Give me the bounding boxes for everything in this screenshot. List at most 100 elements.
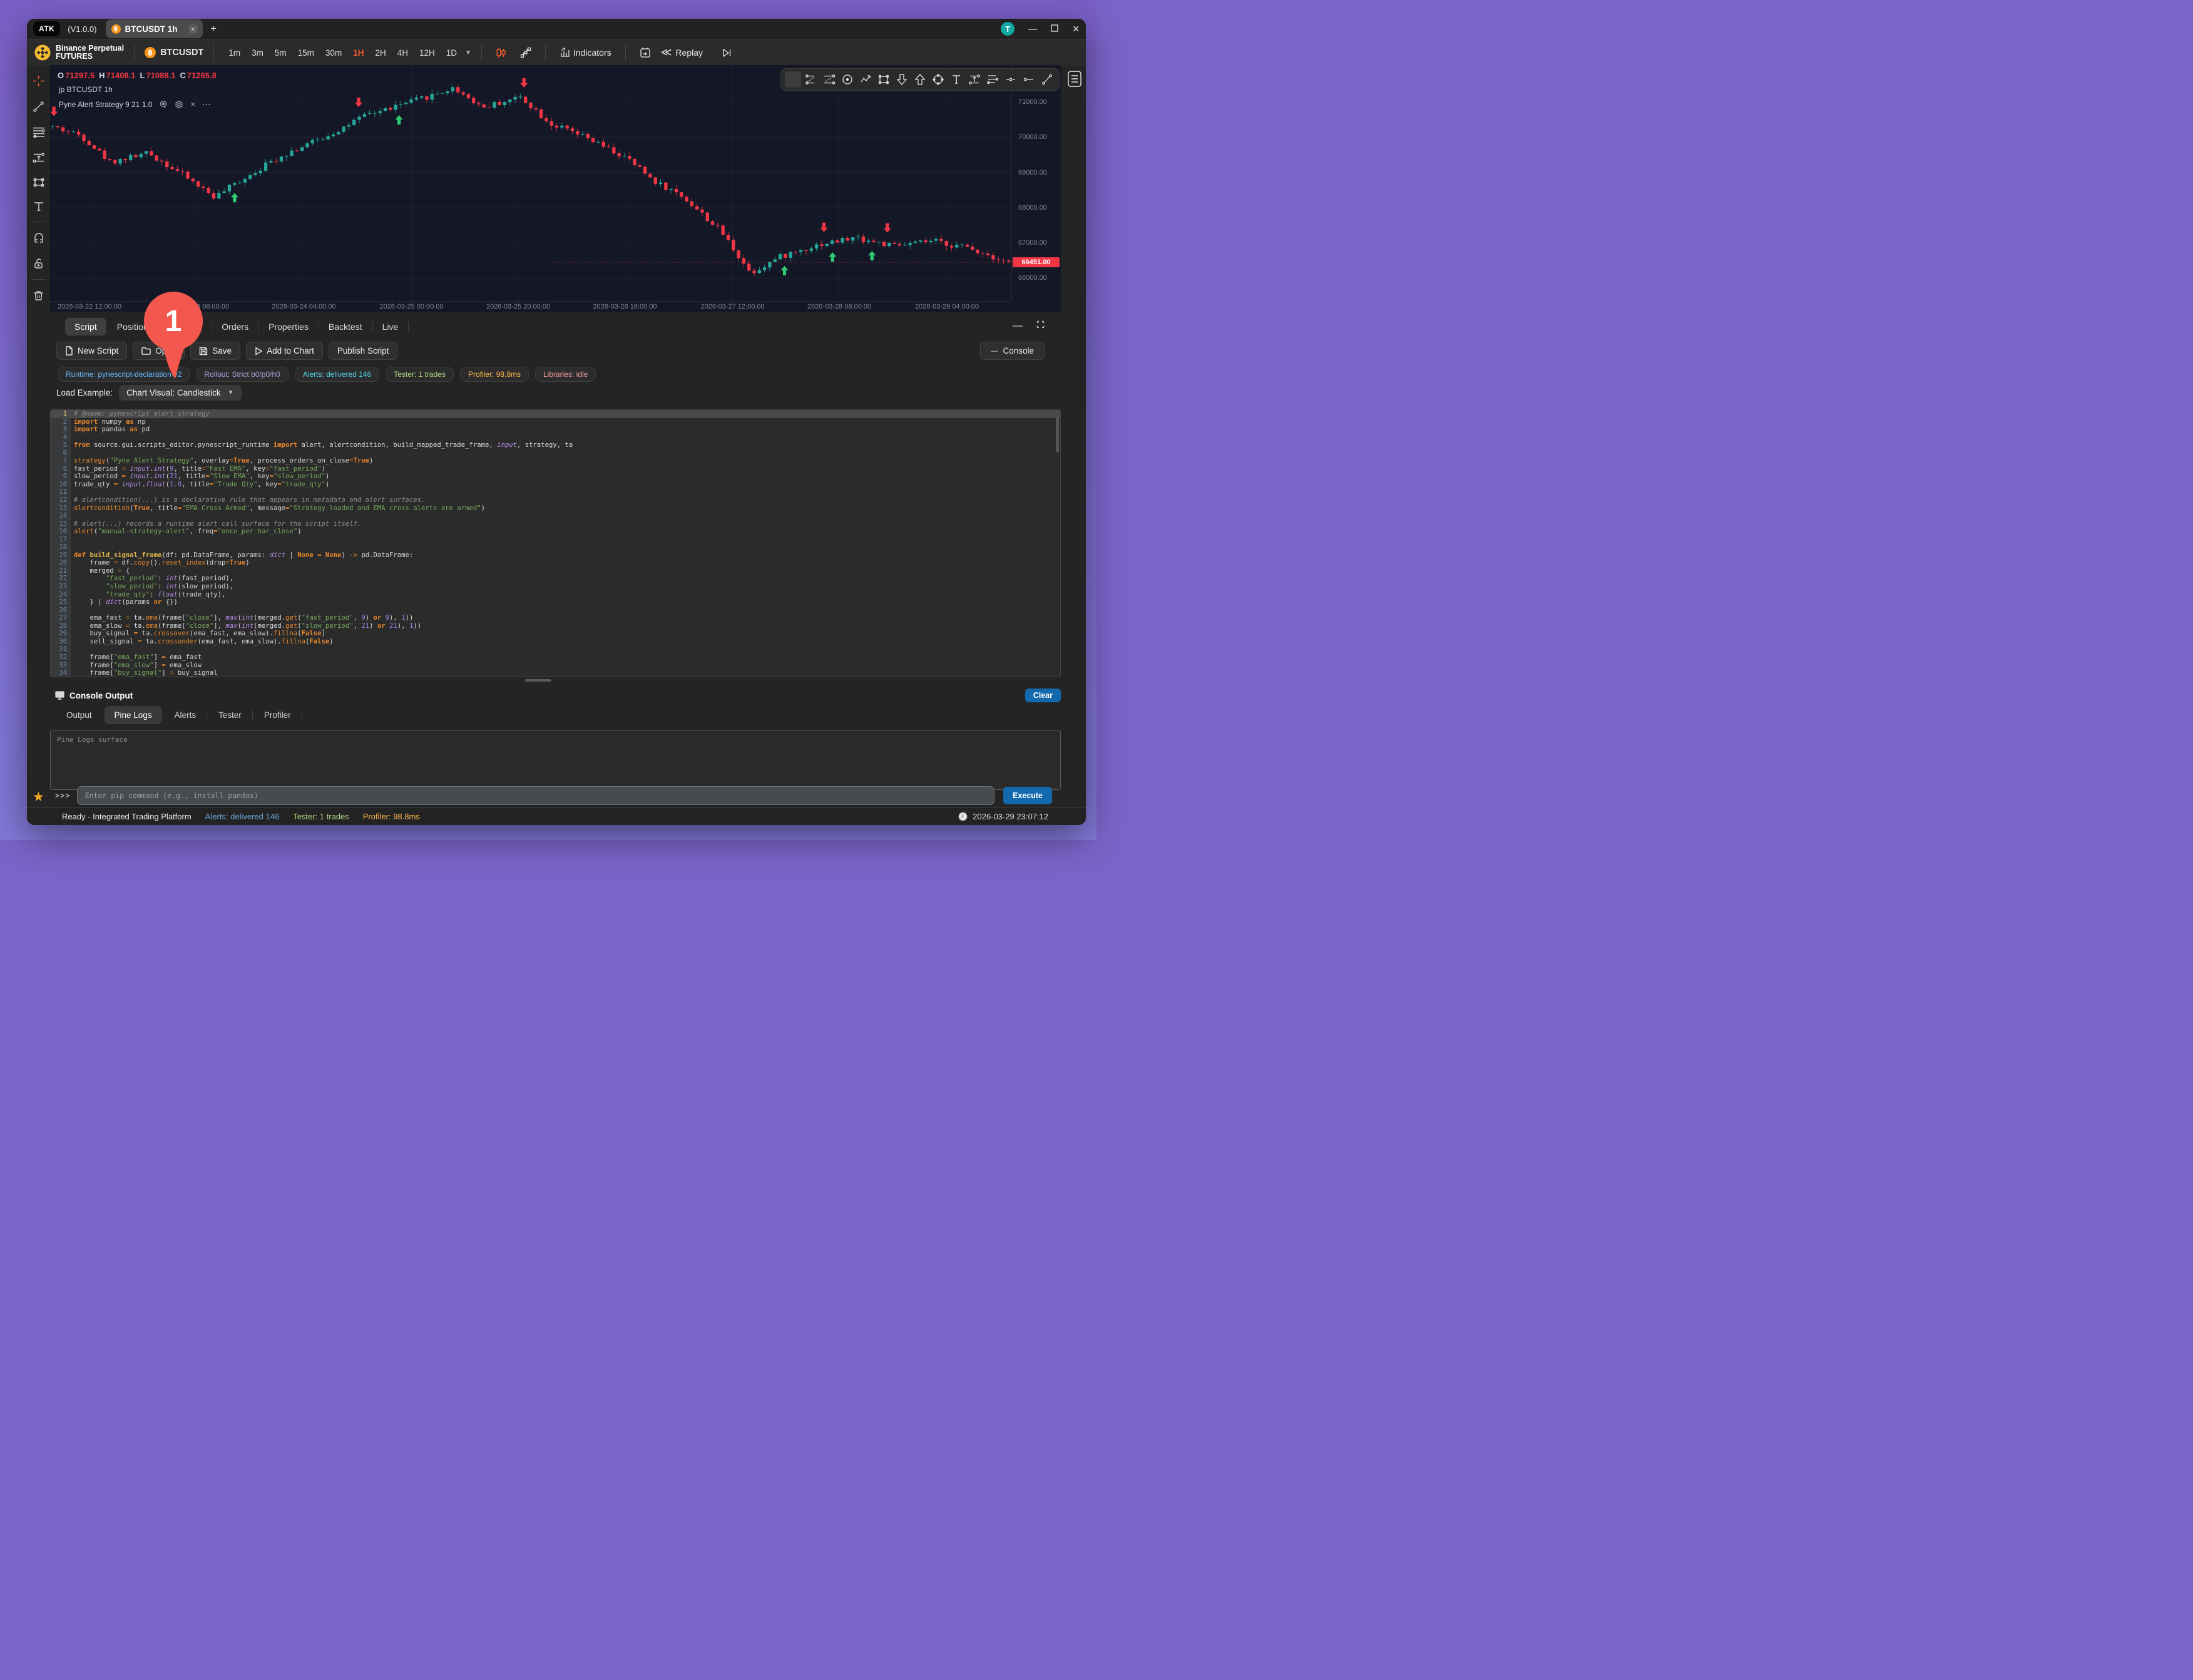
code-line[interactable]: 21 merged = { xyxy=(51,567,1060,575)
console-tab-pine-logs[interactable]: Pine Logs xyxy=(105,706,162,724)
tool-polyline-icon[interactable] xyxy=(857,73,874,86)
code-line[interactable]: 33 frame["ema_slow"] = ema_slow xyxy=(51,662,1060,670)
console-tab-output[interactable]: Output xyxy=(56,706,102,724)
code-line[interactable]: 3import pandas as pd xyxy=(51,426,1060,434)
code-line[interactable]: 25 } | dict(params or {}) xyxy=(51,598,1060,607)
lock-open-icon[interactable] xyxy=(33,257,44,269)
price-range-tool-icon[interactable] xyxy=(33,151,45,163)
code-line[interactable]: 26 xyxy=(51,607,1060,615)
tab-btcusdt[interactable]: ฿ BTCUSDT 1h × xyxy=(106,19,203,38)
code-editor[interactable]: 1# @name: pynescript_alert_strategy2impo… xyxy=(50,409,1061,677)
fib-retracement-tool-icon[interactable] xyxy=(33,126,45,138)
tab-script[interactable]: Script xyxy=(65,318,106,335)
add-to-chart-button[interactable]: Add to Chart xyxy=(246,342,323,360)
panel-expand-icon[interactable] xyxy=(1036,320,1045,332)
code-line[interactable]: 29 buy_signal = ta.crossover(ema_fast, e… xyxy=(51,630,1060,638)
tf-12h[interactable]: 12H xyxy=(415,46,439,60)
new-tab-button[interactable]: + xyxy=(210,23,217,35)
text-tool-icon[interactable] xyxy=(33,202,44,212)
code-line[interactable]: 9slow_period = input.int(21, title="Slow… xyxy=(51,473,1060,481)
tool-trend-icon[interactable] xyxy=(1039,73,1055,86)
example-dropdown[interactable]: Chart Visual: Candlestick ▼ xyxy=(119,385,241,401)
console-output-area[interactable]: Pine Logs surface xyxy=(50,730,1061,790)
code-line[interactable]: 22 "fast_period": int(fast_period), xyxy=(51,575,1060,583)
code-line[interactable]: 16alert("manual-strategy-alert", freq="o… xyxy=(51,528,1060,536)
code-line[interactable]: 27 ema_fast = ta.ema(frame["close"], max… xyxy=(51,614,1060,622)
step-line-style-button[interactable] xyxy=(516,46,535,59)
execute-button[interactable]: Execute xyxy=(1003,787,1052,804)
tab-positions[interactable]: Positions xyxy=(108,318,162,335)
console-tab-tester[interactable]: Tester xyxy=(208,706,252,724)
code-line[interactable]: 24 "trade_qty": float(trade_qty), xyxy=(51,591,1060,599)
tf-1m[interactable]: 1m xyxy=(224,46,245,60)
tf-30m[interactable]: 30m xyxy=(321,46,346,60)
tool-rectangle-icon[interactable] xyxy=(876,73,892,86)
tool-circle-icon[interactable] xyxy=(839,73,856,86)
console-toggle-button[interactable]: — Console xyxy=(980,342,1045,360)
tool-parallel-channel-icon[interactable] xyxy=(984,73,1001,86)
active-tool-slot[interactable] xyxy=(785,71,801,88)
editor-vertical-scrollbar[interactable] xyxy=(1056,416,1059,453)
tool-arrow-down-icon[interactable] xyxy=(894,73,910,86)
rectangle-tool-icon[interactable] xyxy=(33,177,45,188)
code-line[interactable]: 2import numpy as np xyxy=(51,418,1060,426)
indicators-button[interactable]: Indicators xyxy=(556,46,615,59)
tf-4h[interactable]: 4H xyxy=(393,46,412,60)
code-line[interactable]: 15# alert(...) records a runtime alert c… xyxy=(51,520,1060,528)
tf-3m[interactable]: 3m xyxy=(247,46,268,60)
code-line[interactable]: 19def build_signal_frame(df: pd.DataFram… xyxy=(51,551,1060,560)
remove-strategy-icon[interactable]: × xyxy=(190,100,195,109)
console-tab-alerts[interactable]: Alerts xyxy=(165,706,207,724)
star-favorites-icon[interactable]: ★ xyxy=(33,789,44,805)
trend-line-tool-icon[interactable] xyxy=(33,101,44,113)
tf-5m[interactable]: 5m xyxy=(270,46,291,60)
code-line[interactable]: 30 sell_signal = ta.crossunder(ema_fast,… xyxy=(51,638,1060,646)
tab-close-icon[interactable]: × xyxy=(188,24,198,34)
tf-1d[interactable]: 1D xyxy=(442,46,461,60)
tool-price-range-icon[interactable] xyxy=(966,73,983,86)
tab-live[interactable]: Live xyxy=(373,318,408,335)
go-to-date-button[interactable] xyxy=(636,46,655,59)
code-line[interactable]: 14 xyxy=(51,512,1060,520)
magnet-icon[interactable] xyxy=(33,232,45,243)
publish-script-button[interactable]: Publish Script xyxy=(329,342,398,360)
save-button[interactable]: Save xyxy=(190,342,240,360)
code-line[interactable]: 12# alertcondition(...) is a declarative… xyxy=(51,496,1060,505)
tool-extended-line-icon[interactable] xyxy=(821,73,837,86)
code-line[interactable]: 8fast_period = input.int(9, title="Fast … xyxy=(51,465,1060,473)
trash-icon[interactable] xyxy=(33,290,44,302)
tool-arrow-up-icon[interactable] xyxy=(912,73,928,86)
panel-minimize-icon[interactable]: — xyxy=(1013,320,1023,332)
code-line[interactable]: 34 frame["buy_signal"] = buy_signal xyxy=(51,669,1060,677)
code-line[interactable]: 17 xyxy=(51,536,1060,544)
price-axis[interactable]: 71000.0070000.0069000.0068000.0067000.00… xyxy=(1011,65,1061,301)
avatar[interactable]: T xyxy=(1001,22,1015,36)
tab-orders[interactable]: Orders xyxy=(212,318,258,335)
legend-more-icon[interactable]: ··· xyxy=(202,100,212,109)
tf-2h[interactable]: 2H xyxy=(371,46,390,60)
pip-command-input[interactable] xyxy=(77,786,994,805)
chevron-down-icon[interactable]: ▼ xyxy=(465,49,471,56)
code-line[interactable]: 1# @name: pynescript_alert_strategy xyxy=(51,410,1060,418)
code-line[interactable]: 31 xyxy=(51,645,1060,653)
code-line[interactable]: 13alertcondition(True, title="EMA Cross … xyxy=(51,505,1060,513)
tool-ellipse-icon[interactable] xyxy=(930,73,946,86)
step-forward-button[interactable] xyxy=(718,47,735,59)
open-button[interactable]: Open xyxy=(133,342,185,360)
minimize-button[interactable]: — xyxy=(1028,24,1037,33)
tool-info-line-icon[interactable] xyxy=(803,73,819,86)
tab-historic[interactable]: Historic xyxy=(163,318,212,335)
crosshair-icon[interactable] xyxy=(33,75,44,87)
code-line[interactable]: 10trade_qty = input.float(1.0, title="Tr… xyxy=(51,481,1060,489)
code-line[interactable]: 18 xyxy=(51,543,1060,551)
object-tree-icon[interactable] xyxy=(1067,70,1082,88)
symbol-button[interactable]: ฿ BTCUSDT xyxy=(145,47,203,58)
code-line[interactable]: 28 ema_slow = ta.ema(frame["close"], max… xyxy=(51,622,1060,630)
tf-15m[interactable]: 15m xyxy=(294,46,319,60)
editor-horizontal-scrollbar[interactable] xyxy=(525,679,551,682)
code-line[interactable]: 20 frame = df.copy().reset_index(drop=Tr… xyxy=(51,559,1060,567)
code-line[interactable]: 5from source.gui.scripts_editor.pynescri… xyxy=(51,441,1060,449)
tab-properties[interactable]: Properties xyxy=(259,318,318,335)
code-line[interactable]: 4 xyxy=(51,434,1060,442)
clear-button[interactable]: Clear xyxy=(1025,689,1061,702)
